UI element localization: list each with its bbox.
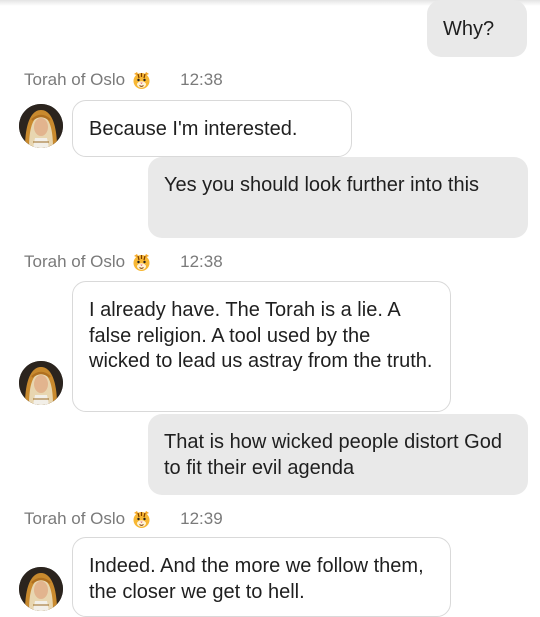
sender-name[interactable]: Torah of Oslo — [24, 508, 125, 530]
outgoing-message[interactable]: That is how wicked people distort God to… — [148, 414, 528, 495]
message-meta: Torah of Oslo 12:38 — [24, 69, 223, 91]
message-text: That is how wicked people distort God to… — [164, 431, 502, 479]
message-time: 12:39 — [180, 509, 223, 528]
sender-name[interactable]: Torah of Oslo — [24, 69, 125, 91]
message-text: Yes you should look further into this — [164, 174, 480, 196]
avatar[interactable] — [19, 104, 63, 148]
avatar[interactable] — [19, 361, 63, 405]
tiger-face-icon — [131, 509, 152, 530]
outgoing-message[interactable]: Yes you should look further into this — [148, 157, 528, 238]
tiger-face-icon — [131, 70, 152, 91]
tiger-face-icon — [131, 252, 152, 273]
message-text: Because I'm interested. — [89, 118, 298, 140]
message-time: 12:38 — [180, 252, 223, 271]
message-text: Indeed. And the more we follow them, the… — [89, 555, 424, 603]
message-time: 12:38 — [180, 70, 223, 89]
incoming-message[interactable]: Because I'm interested. — [72, 100, 352, 157]
message-meta: Torah of Oslo 12:39 — [24, 508, 223, 530]
message-meta: Torah of Oslo 12:38 — [24, 251, 223, 273]
message-text: Why? — [443, 18, 495, 40]
outgoing-message[interactable]: Why? — [427, 0, 527, 57]
incoming-message[interactable]: I already have. The Torah is a lie. A fa… — [72, 281, 451, 412]
avatar[interactable] — [19, 567, 63, 611]
sender-name[interactable]: Torah of Oslo — [24, 251, 125, 273]
message-text: I already have. The Torah is a lie. A fa… — [89, 299, 433, 372]
incoming-message[interactable]: Indeed. And the more we follow them, the… — [72, 537, 451, 617]
